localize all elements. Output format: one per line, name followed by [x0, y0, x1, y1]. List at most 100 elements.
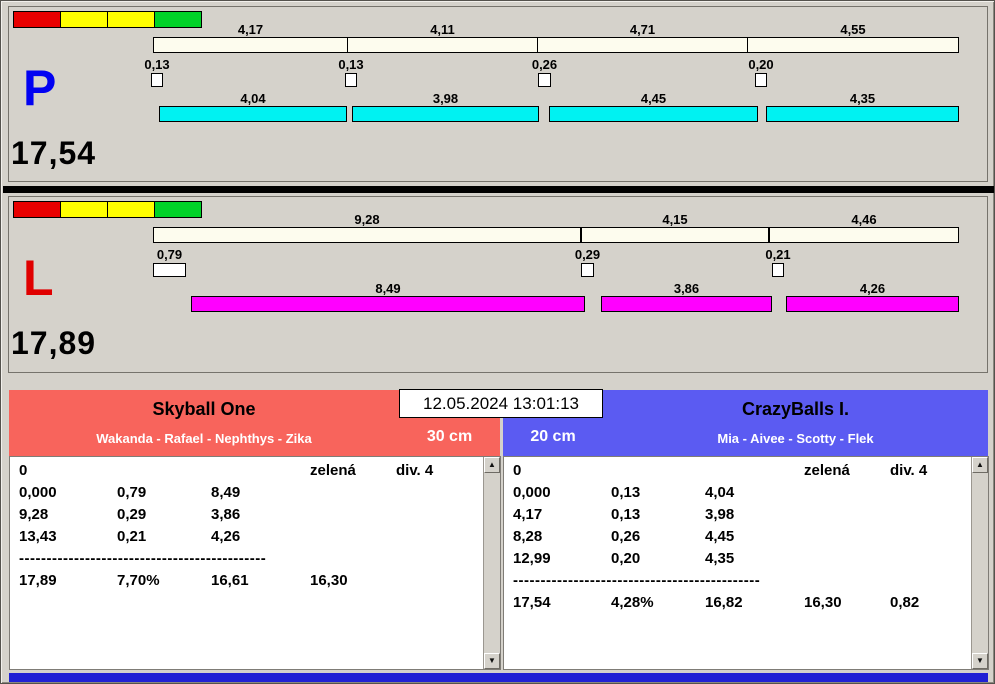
run-time-label: 4,04: [240, 91, 266, 106]
crossing-time-label: 0,79: [156, 247, 183, 262]
scroll-up-button[interactable]: ▲: [972, 457, 988, 473]
crossing-time-label: 0,26: [531, 57, 558, 72]
result-cell: 16,82: [705, 594, 743, 611]
crossing-time-box: [151, 73, 163, 87]
result-cell: 4,17: [513, 506, 543, 523]
result-list-body: 0 zelená div. 4 0,000 0,13 4,04 4,17 0,13 3,98 8,…: [504, 460, 971, 669]
scrollbar[interactable]: ▲ ▼: [971, 457, 988, 669]
result-cell: 0,79: [117, 484, 147, 501]
datetime-display: 12.05.2024 13:01:13: [399, 389, 603, 418]
crossing-boxes-row: [9, 73, 987, 90]
crossing-boxes-row: [9, 263, 987, 280]
crossing-labels-row: 0,13 0,13 0,26 0,20: [9, 57, 987, 74]
split-time-label: 4,71: [629, 22, 656, 37]
result-row: 0 zelená div. 4: [504, 460, 971, 482]
result-row: 4,17 0,13 3,98: [504, 504, 971, 526]
result-cell: 0,13: [611, 484, 641, 501]
result-cell: zelená: [310, 462, 356, 479]
lane-panel-p: P 4,17 4,11 4,71 4,55 0,13 0,13 0,26 0,20 4,04…: [8, 6, 988, 182]
run-time-label: 3,98: [432, 91, 459, 106]
scrollbar[interactable]: ▲ ▼: [483, 457, 500, 669]
result-cell: 4,26: [211, 528, 241, 545]
team-name: CrazyBalls I.: [741, 399, 850, 419]
result-separator: ----------------------------------------…: [19, 550, 267, 567]
crossing-time-box: [755, 73, 767, 87]
scroll-up-icon: ▲: [488, 460, 496, 469]
run-bars-row: [9, 296, 987, 313]
crossing-time-box: [581, 263, 594, 277]
result-cell: 16,30: [310, 572, 348, 589]
split-time-label: 4,15: [662, 212, 688, 227]
split-time-label: 4,11: [430, 22, 455, 37]
crossing-time-label: 0,13: [144, 57, 170, 72]
split-time-label: 9,28: [354, 212, 380, 227]
result-cell: 16,61: [211, 572, 249, 589]
result-cell: 3,86: [211, 506, 241, 523]
result-list-body: 0 zelená div. 4 0,000 0,79 8,49 9,28 0,29 3,86 13…: [10, 460, 483, 669]
result-cell: 0,21: [117, 528, 147, 545]
split-time-bar: [153, 227, 581, 243]
result-separator: ----------------------------------------…: [513, 572, 761, 589]
result-cell: 12,99: [513, 550, 551, 567]
run-time-label: 8,49: [375, 281, 401, 296]
split-time-label: 4,55: [840, 22, 866, 37]
result-cell: div. 4: [890, 462, 928, 479]
crossing-time-box: [772, 263, 784, 277]
crossing-time-label: 0,21: [765, 247, 791, 262]
run-time-label: 4,35: [849, 91, 876, 106]
scroll-up-button[interactable]: ▲: [484, 457, 500, 473]
split-time-label: 4,17: [237, 22, 264, 37]
split-time-bar: [769, 227, 959, 243]
result-cell: 8,49: [211, 484, 241, 501]
lane-divider: [3, 186, 994, 193]
result-cell: 9,28: [19, 506, 49, 523]
result-cell: 16,30: [804, 594, 842, 611]
run-time-label: 4,45: [640, 91, 667, 106]
run-time-bar: [159, 106, 347, 122]
crossing-time-label: 0,20: [748, 57, 774, 72]
crossing-time-label: 0,13: [338, 57, 364, 72]
run-time-bar: [601, 296, 772, 312]
result-cell: 3,98: [705, 506, 735, 523]
result-cell: 0,29: [117, 506, 147, 523]
split-time-bars-row: [9, 227, 987, 244]
run-time-bar: [191, 296, 585, 312]
result-cell: 0,000: [19, 484, 57, 501]
split-time-bar: [347, 37, 538, 53]
result-cell: 0,13: [611, 506, 641, 523]
crossing-time-label: 0,29: [574, 247, 601, 262]
split-time-bars-row: [9, 37, 987, 54]
run-time-bar: [352, 106, 539, 122]
jump-height-label: 30 cm: [426, 428, 473, 445]
result-cell: 0,82: [890, 594, 920, 611]
split-time-bar: [153, 37, 348, 53]
team-dogs: Wakanda - Rafael - Nephthys - Zika: [96, 431, 312, 446]
flyball-timer-window: P 4,17 4,11 4,71 4,55 0,13 0,13 0,26 0,20 4,04…: [0, 0, 995, 684]
result-list-right: 0 zelená div. 4 0,000 0,13 4,04 4,17 0,13 3,98 8,…: [503, 456, 989, 670]
result-row: 17,54 4,28% 16,82 16,30 0,82: [504, 592, 971, 614]
result-cell: 0,000: [513, 484, 551, 501]
result-row: 0 zelená div. 4: [10, 460, 483, 482]
result-row: 12,99 0,20 4,35: [504, 548, 971, 570]
jump-height-label: 20 cm: [530, 428, 576, 445]
result-row: 8,28 0,26 4,45: [504, 526, 971, 548]
run-time-bar: [766, 106, 959, 122]
result-row: 0,000 0,13 4,04: [504, 482, 971, 504]
result-cell: 4,35: [705, 550, 735, 567]
run-bars-row: [9, 106, 987, 123]
lane-total-time: 17,89: [11, 325, 97, 361]
result-cell: 17,89: [19, 572, 57, 589]
team-name: Skyball One: [152, 399, 256, 419]
scroll-down-button[interactable]: ▼: [484, 653, 500, 669]
scroll-down-button[interactable]: ▼: [972, 653, 988, 669]
split-time-bar: [581, 227, 769, 243]
result-cell: 17,54: [513, 594, 551, 611]
run-time-label: 4,26: [859, 281, 886, 296]
scroll-down-icon: ▼: [488, 656, 496, 665]
result-list-left: 0 zelená div. 4 0,000 0,79 8,49 9,28 0,29 3,86 13…: [9, 456, 501, 670]
team-dogs: Mia - Aivee - Scotty - Flek: [717, 431, 874, 446]
result-cell: 0,20: [611, 550, 641, 567]
result-cell: 4,04: [705, 484, 735, 501]
run-time-label: 3,86: [673, 281, 700, 296]
scroll-down-icon: ▼: [976, 656, 984, 665]
